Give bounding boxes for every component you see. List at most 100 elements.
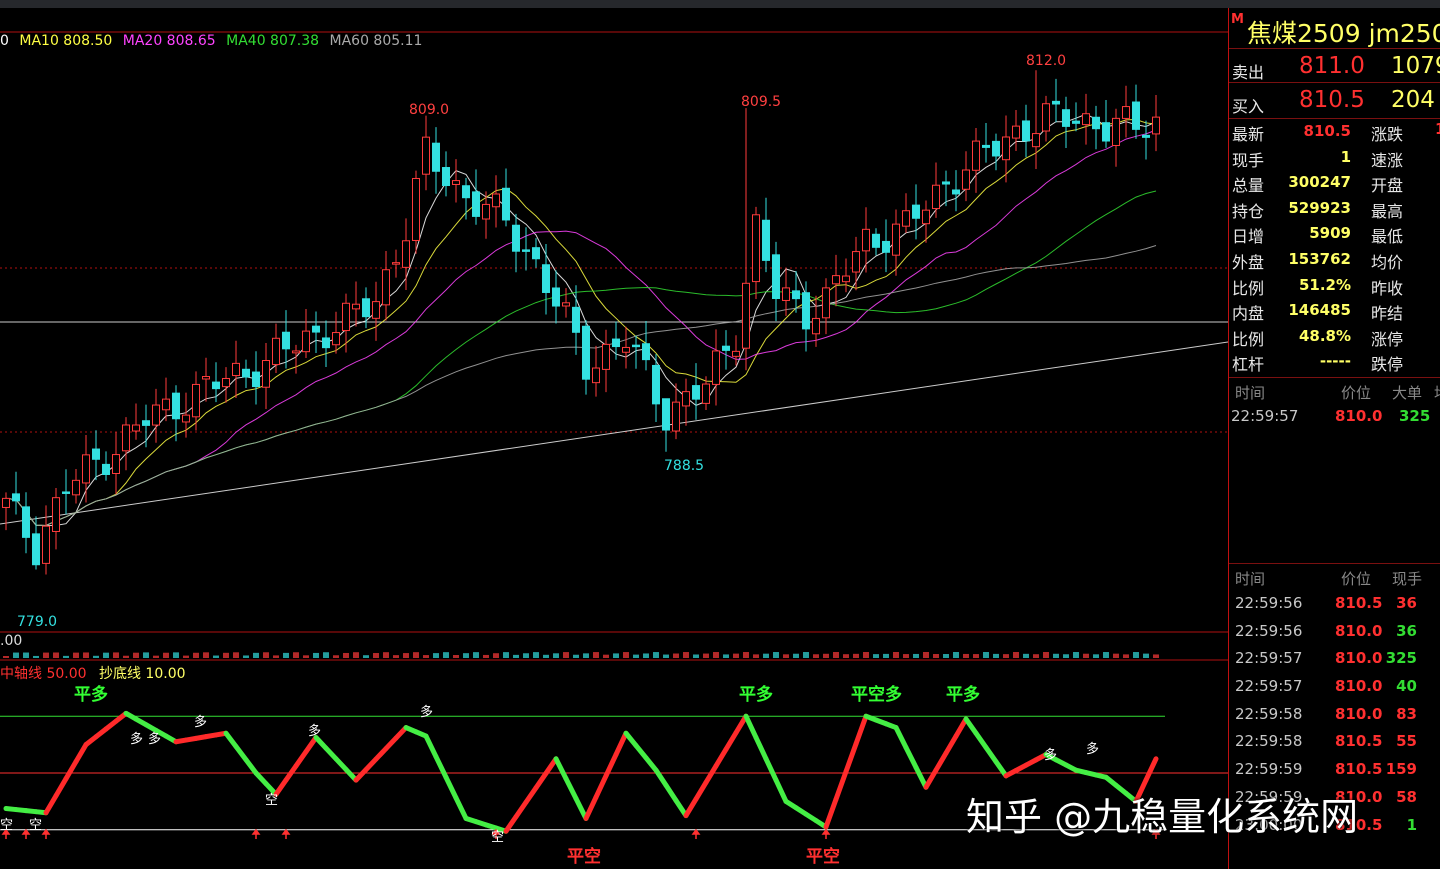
candle-body [42, 525, 50, 564]
signal-ping-duo-3: 平多 [946, 685, 980, 705]
indicator-segment [823, 796, 839, 830]
volume-bar [303, 655, 309, 658]
ma40-legend: MA40 807.38 [226, 33, 320, 49]
candle-body [1112, 117, 1120, 146]
tick-row[interactable]: 22:59:56 810.0 36 [1229, 618, 1440, 646]
candle-body [162, 398, 170, 411]
buy-row[interactable]: 买入 810.5 204 [1229, 82, 1440, 117]
buy-label: 买入 [1232, 97, 1265, 116]
ma-legend: 0 MA10 808.50 MA20 808.65 MA40 807.38 MA… [0, 33, 428, 49]
candle-body [882, 240, 890, 253]
volume-bar [603, 654, 609, 658]
tick-row[interactable]: 22:59:56 810.5 36 [1229, 590, 1440, 618]
indicator-segment [943, 733, 959, 756]
volume-bar [503, 652, 509, 658]
tick-volume: 40 [1396, 677, 1417, 696]
candle-body [992, 140, 1000, 157]
indicator-segment [753, 735, 769, 762]
quote-row: 内盘 146485 昨结 [1229, 298, 1440, 324]
kline-chart[interactable] [0, 0, 1228, 869]
candle-body [192, 383, 200, 418]
indicator-segment [723, 730, 739, 752]
candle-body [582, 325, 590, 380]
candle-body [452, 180, 460, 185]
volume-bar [533, 652, 539, 658]
tick-time: 22:59:56 [1235, 621, 1303, 640]
indicator-segment [953, 716, 969, 739]
quote-stats: 最新 810.5 涨跌 现手 1 速涨 总量 300247 开盘 持仓 529923 最高 日增 5909… [1229, 118, 1440, 375]
candle-body [1132, 101, 1140, 130]
tick-row[interactable]: 22:59:58 810.5 55 [1229, 728, 1440, 756]
trend-line [0, 341, 1228, 525]
volume-bar [423, 655, 429, 658]
indicator-segment [443, 774, 459, 801]
big-trade-header: 时间 价位 大单 均 [1229, 377, 1440, 404]
big-trade-row[interactable]: 22:59:57 810.0 325 [1229, 403, 1440, 431]
candle-body [592, 367, 600, 384]
volume-bar [943, 654, 949, 658]
candle-body [152, 404, 160, 426]
candle-body [632, 344, 640, 348]
volume-bar [223, 652, 229, 658]
candle-body [512, 224, 520, 252]
volume-bar [13, 652, 19, 658]
volume-bar [513, 654, 519, 658]
volume-bar [273, 655, 279, 658]
volume-bar [473, 652, 479, 658]
candle-body [32, 533, 40, 566]
candle-body [952, 189, 960, 195]
candle-body [472, 191, 480, 217]
candle-body [482, 203, 490, 220]
volume-bar [883, 653, 889, 658]
sell-label: 卖出 [1232, 63, 1265, 82]
volume-bar [673, 653, 679, 658]
candle-body [2, 497, 10, 508]
tick-row[interactable]: 22:59:58 810.0 83 [1229, 701, 1440, 729]
indicator-segment [583, 794, 599, 821]
volume-bar [1103, 652, 1109, 658]
quote-row-label2: 涨跌 [1371, 125, 1404, 144]
tick-price: 810.0 [1335, 677, 1383, 696]
volume-bar [613, 653, 619, 658]
candle-body [22, 506, 30, 538]
candle-body [112, 454, 120, 474]
volume-axis-label: .00 [0, 633, 23, 649]
volume-bar [693, 654, 699, 658]
volume-bar [253, 652, 259, 658]
volume-bar [363, 655, 369, 658]
sell-row[interactable]: 卖出 811.0 1079 [1229, 48, 1440, 83]
volume-bar [453, 655, 459, 658]
quote-row-label2: 开盘 [1371, 176, 1404, 196]
volume-bar [1133, 652, 1139, 658]
low-label-779-0: 779.0 [17, 614, 58, 630]
candle-body [672, 401, 680, 432]
candle-body [792, 290, 800, 300]
candle-body [1072, 120, 1080, 124]
watermark: 知乎 @九稳量化系统网 [966, 795, 1359, 839]
candle-body [312, 325, 320, 333]
tick-price: 810.5 [1335, 732, 1383, 751]
volume-bar [663, 654, 669, 658]
candle-body [292, 350, 300, 354]
volume-bar [563, 652, 569, 658]
volume-bar [683, 652, 689, 658]
volume-bar [23, 652, 29, 658]
indicator-segment [853, 713, 869, 747]
candle-body [1022, 120, 1030, 142]
volume-bar [713, 652, 719, 658]
tick-row[interactable]: 22:59:59 810.5 159 [1229, 756, 1440, 784]
indicator-segment [663, 782, 679, 803]
tick-row[interactable]: 22:59:57 810.0 40 [1229, 673, 1440, 701]
candle-body [1122, 106, 1130, 119]
signal-duo-1: 多 [130, 732, 144, 747]
indicator-segment [913, 764, 929, 790]
buy-arrow [41, 828, 51, 839]
candle-body [402, 240, 410, 268]
symbol-title[interactable]: 焦煤2509 jm2509 [1247, 14, 1440, 50]
tick-row[interactable]: 22:59:57 810.0 325 [1229, 645, 1440, 673]
volume-bar [543, 654, 549, 658]
volume-bar [1013, 652, 1019, 658]
tick-volume: 83 [1396, 704, 1417, 723]
candle-body [92, 448, 100, 460]
candle-body [122, 424, 130, 452]
